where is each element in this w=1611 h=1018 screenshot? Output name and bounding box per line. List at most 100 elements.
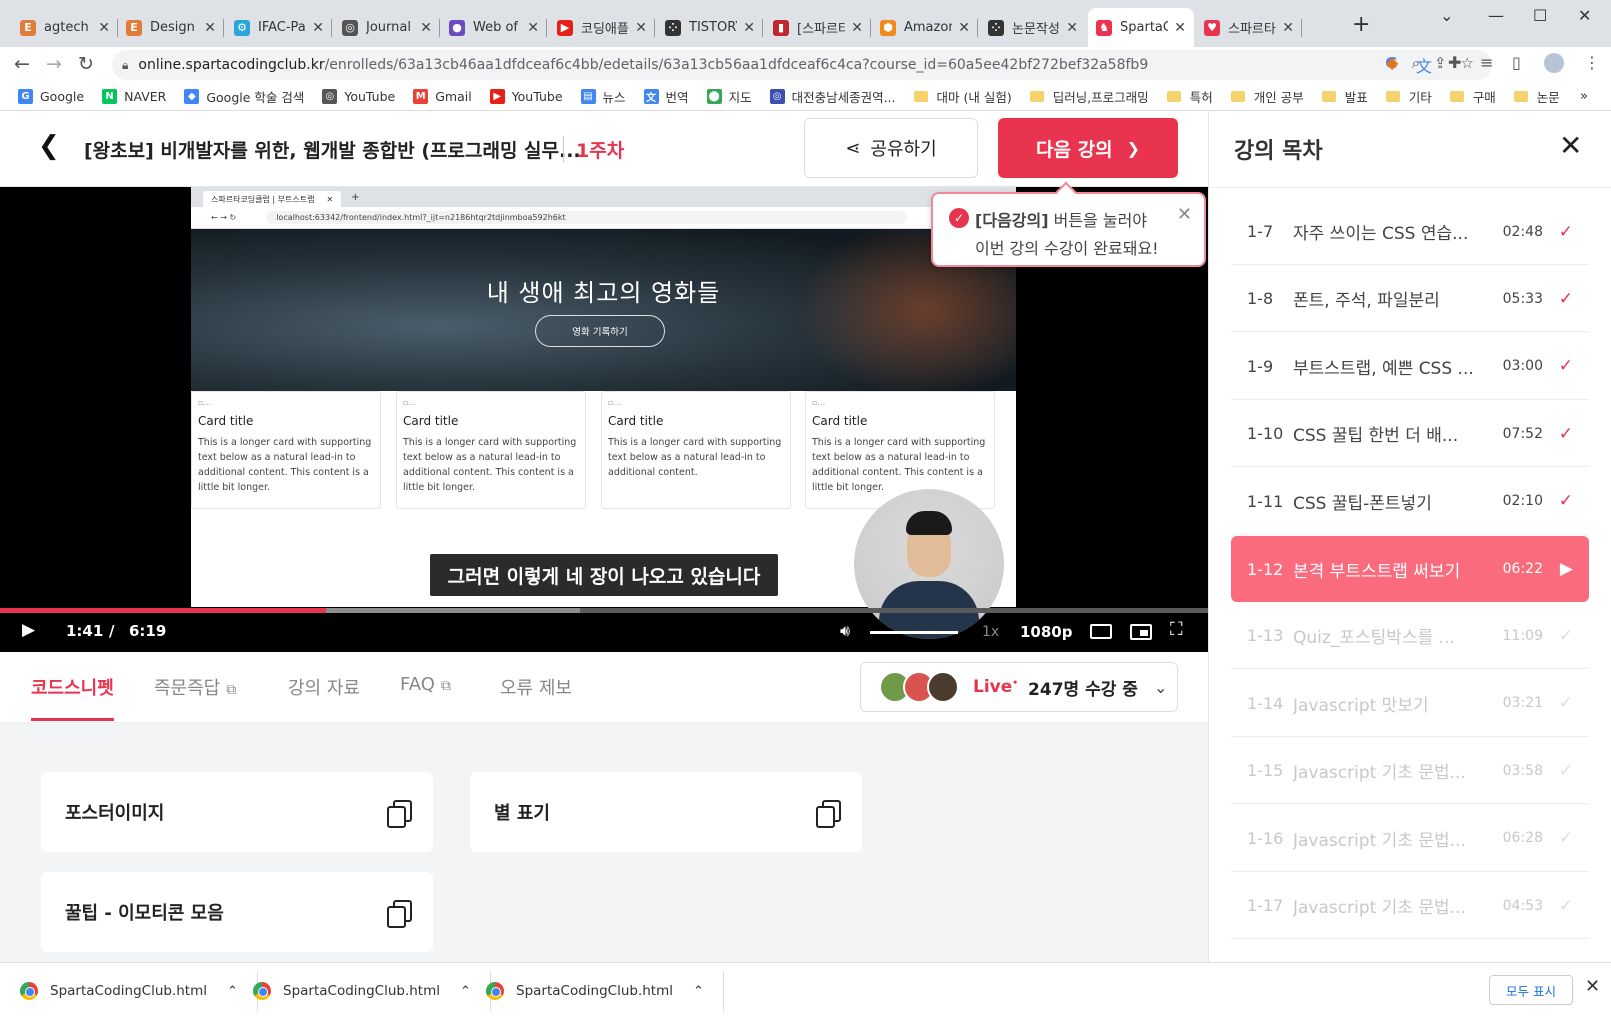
bookmark-folder[interactable]: 구매	[1449, 87, 1496, 106]
picture-in-picture-icon[interactable]	[1130, 624, 1152, 640]
chevron-up-icon[interactable]: ⌃	[227, 984, 238, 999]
maximize-button[interactable]: ☐	[1533, 6, 1547, 25]
menu-kebab-icon[interactable]: ⋮	[1584, 53, 1600, 72]
bookmark-folder[interactable]: 대마 (내 실험)	[913, 87, 1012, 106]
code-snippet-card[interactable]: 별 표기	[470, 772, 862, 852]
lecture-item[interactable]: 1-11 CSS 꿀팁-폰트넣기 02:10 ✓	[1231, 469, 1589, 535]
share-page-icon[interactable]: ⇪	[1434, 54, 1447, 72]
subtab-1[interactable]: 즉문즉답 ⧉	[154, 674, 236, 700]
volume-icon[interactable]: 🔊︎	[840, 621, 850, 641]
lecture-item[interactable]: 1-14 Javascript 맛보기 03:21 ✓	[1231, 671, 1589, 737]
lecture-item[interactable]: 1-9 부트스트랩, 예쁜 CSS ... 03:00 ✓	[1231, 334, 1589, 400]
copy-icon[interactable]	[387, 800, 412, 828]
share-button[interactable]: ⋖ 공유하기	[804, 118, 978, 178]
tab-close-icon[interactable]: ✕	[527, 20, 539, 36]
bookmark-item[interactable]: ▶ YouTube	[489, 89, 563, 104]
tab-close-icon[interactable]: ✕	[1066, 20, 1078, 36]
lecture-item[interactable]: 1-7 자주 쓰이는 CSS 연습... 02:48 ✓	[1231, 199, 1589, 265]
browser-tab[interactable]: ♞ SpartaCo ✕	[1088, 8, 1194, 47]
lecture-item[interactable]: 1-17 Javascript 기초 문법... 04:53 ✓	[1231, 873, 1589, 939]
captions-icon[interactable]	[1090, 624, 1112, 639]
more-bookmarks-icon[interactable]: »	[1580, 89, 1588, 104]
lecture-item[interactable]: 1-13 Quiz_포스팅박스를 ... 11:09 ✓	[1231, 603, 1589, 670]
bookmark-item[interactable]: ◎ 대전충남세종권역...	[769, 87, 896, 106]
tab-close-icon[interactable]: ✕	[1174, 20, 1186, 36]
bookmark-folder[interactable]: 특허	[1166, 87, 1213, 106]
bookmark-folder[interactable]: 개인 공부	[1230, 87, 1304, 106]
bookmark-item[interactable]: ◎ YouTube	[322, 89, 395, 104]
browser-tab[interactable]: ⁘ TISTORY ✕	[657, 8, 763, 47]
back-chevron-icon[interactable]: ❮	[38, 131, 60, 161]
tab-close-icon[interactable]: ✕	[312, 20, 324, 36]
metamask-extension-icon[interactable]: ◆	[1386, 53, 1398, 72]
tab-close-icon[interactable]: ✕	[958, 20, 970, 36]
bookmark-item[interactable]: M Gmail	[413, 89, 472, 104]
browser-tab[interactable]: ▶ 코딩애플 ✕	[549, 8, 655, 47]
browser-tab[interactable]: ◎ Journal | ✕	[334, 8, 440, 47]
bookmark-item[interactable]: ▤ 뉴스	[580, 87, 626, 106]
forward-arrow-icon[interactable]: →	[46, 53, 62, 75]
browser-tab[interactable]: ● Web of S ✕	[441, 8, 547, 47]
reload-icon[interactable]: ↻	[78, 53, 94, 75]
close-window-button[interactable]: ✕	[1578, 6, 1591, 25]
tab-close-icon[interactable]: ✕	[851, 20, 863, 36]
tab-close-icon[interactable]: ✕	[1282, 20, 1294, 36]
code-snippet-card[interactable]: 꿀팁 - 이모티콘 모음	[41, 872, 433, 952]
live-viewers-dropdown[interactable]: Live• 247명 수강 중 ⌄	[860, 662, 1178, 712]
copy-icon[interactable]	[816, 800, 841, 828]
volume-slider[interactable]	[870, 631, 958, 634]
download-item[interactable]: SpartaCodingClub.html ⌃	[253, 971, 491, 1011]
download-item[interactable]: SpartaCodingClub.html ⌃	[486, 971, 724, 1011]
side-panel-icon[interactable]: ▯	[1512, 53, 1521, 72]
bookmark-item[interactable]: N NAVER	[102, 89, 166, 104]
tab-search-icon[interactable]: ⌄	[1440, 6, 1453, 25]
extensions-puzzle-icon[interactable]: ✚	[1448, 53, 1461, 72]
reading-list-icon[interactable]: ≡	[1480, 53, 1493, 72]
subtab-0[interactable]: 코드스니펫	[31, 674, 114, 721]
lecture-item[interactable]: 1-8 폰트, 주석, 파일분리 05:33 ✓	[1231, 266, 1589, 333]
bookmark-folder[interactable]: 딥러닝,프로그래밍	[1029, 87, 1149, 106]
code-snippet-card[interactable]: 포스터이미지	[41, 772, 433, 852]
lecture-item[interactable]: 1-12 본격 부트스트랩 써보기 06:22 ▶	[1231, 536, 1589, 602]
browser-tab[interactable]: ♥ 스파르타 ✕	[1196, 8, 1302, 47]
browser-tab[interactable]: ⬢ Amazon ✕	[872, 8, 978, 47]
close-downloads-icon[interactable]: ✕	[1585, 976, 1600, 997]
copy-icon[interactable]	[387, 900, 412, 928]
bookmark-folder[interactable]: 기타	[1385, 87, 1432, 106]
lecture-item[interactable]: 1-10 CSS 꿀팁 한번 더 배... 07:52 ✓	[1231, 401, 1589, 468]
browser-tab[interactable]: ⁘ 논문작성 ✕	[980, 8, 1086, 47]
bookmark-folder[interactable]: 논문	[1513, 87, 1560, 106]
tab-close-icon[interactable]: ✕	[204, 20, 216, 36]
translate-extension-icon[interactable]: 文	[1416, 53, 1432, 77]
browser-tab[interactable]: ⚙ IFAC-Pap ✕	[226, 8, 332, 47]
subtab-3[interactable]: FAQ ⧉	[400, 674, 451, 695]
next-lecture-button[interactable]: 다음 강의 ❯	[998, 118, 1178, 178]
chevron-up-icon[interactable]: ⌃	[460, 984, 471, 999]
address-bar[interactable]: 🔒︎ online.spartacodingclub.kr/enrolleds/…	[112, 50, 1492, 80]
tab-close-icon[interactable]: ✕	[98, 20, 110, 36]
show-all-downloads-button[interactable]: 모두 표시	[1489, 975, 1573, 1005]
lecture-item[interactable]: 1-15 Javascript 기초 문법... 03:58 ✓	[1231, 738, 1589, 805]
close-toc-icon[interactable]: ✕	[1559, 129, 1582, 162]
back-arrow-icon[interactable]: ←	[14, 53, 30, 75]
fullscreen-icon[interactable]: ⛶	[1170, 619, 1183, 640]
lock-icon[interactable]: 🔒︎	[122, 58, 128, 73]
browser-tab[interactable]: E Design a ✕	[118, 8, 224, 47]
browser-tab[interactable]: Eagtech - ✕	[12, 8, 118, 47]
bookmark-item[interactable]: ⬤ 지도	[706, 87, 752, 106]
minimize-button[interactable]: —	[1488, 6, 1504, 25]
tab-close-icon[interactable]: ✕	[743, 20, 755, 36]
new-tab-button[interactable]: +	[1352, 12, 1370, 37]
bookmark-star-icon[interactable]: ☆	[1461, 54, 1474, 72]
browser-tab[interactable]: ▮ [스파르타 ✕	[765, 8, 871, 47]
subtab-2[interactable]: 강의 자료	[288, 674, 360, 700]
quality-selector[interactable]: 1080p	[1020, 623, 1073, 641]
tab-close-icon[interactable]: ✕	[420, 20, 432, 36]
play-icon[interactable]: ▶	[22, 620, 35, 640]
chevron-up-icon[interactable]: ⌃	[693, 984, 704, 999]
tab-close-icon[interactable]: ✕	[635, 20, 647, 36]
tooltip-close-icon[interactable]: ✕	[1177, 204, 1192, 225]
lecture-item[interactable]: 1-16 Javascript 기초 문법... 06:28 ✓	[1231, 806, 1589, 872]
download-item[interactable]: SpartaCodingClub.html ⌃	[20, 971, 258, 1011]
bookmark-item[interactable]: ◆ Google 학술 검색	[184, 87, 304, 106]
